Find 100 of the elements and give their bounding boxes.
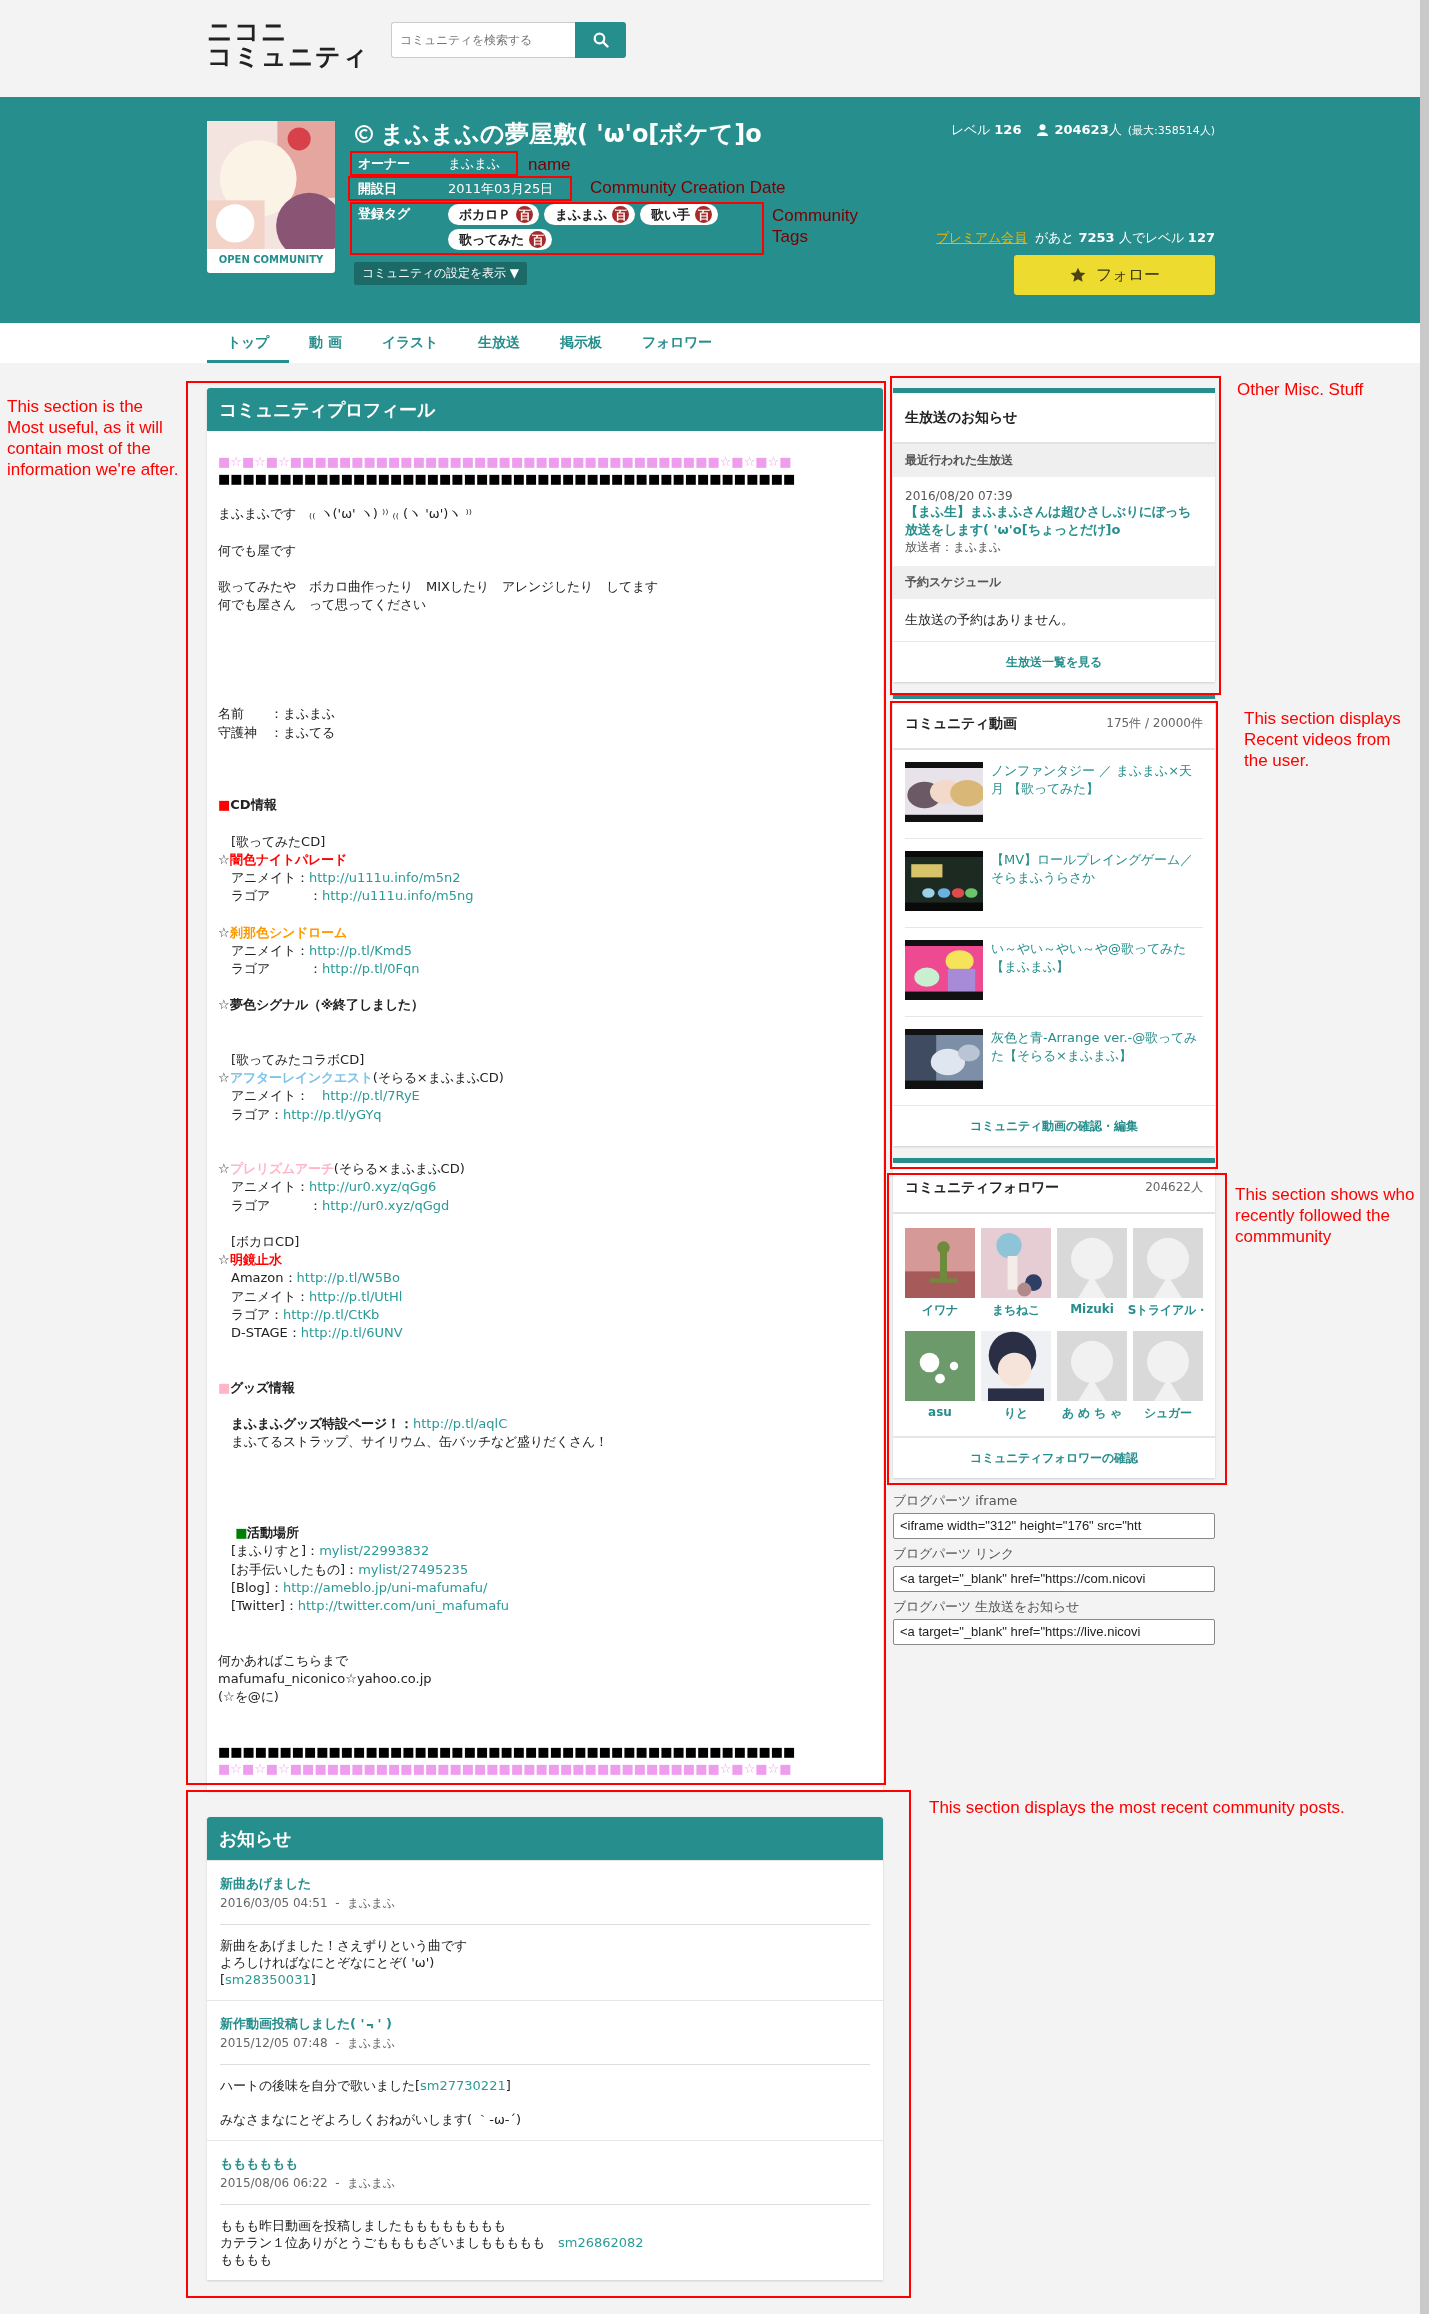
code-field[interactable]: <a target="_blank" href="https://live.nicovi	[893, 1619, 1215, 1645]
post-text: 新曲をあげました！さえずりという曲です	[220, 1936, 468, 1954]
post-text: カテラン１位ありがとうごももももざいましももももも sm26862082	[220, 2233, 645, 2251]
profile-line: [Twitter]：http://twitter.com/uni_mafumafu	[230, 1597, 510, 1615]
link[interactable]: http://twitter.com/uni_mafumafu	[297, 1598, 509, 1613]
follower-name[interactable]: イワナ	[922, 1302, 958, 1319]
search-field[interactable]: コミュニティを検索する	[391, 21, 575, 58]
dictionary-badge[interactable]: 百	[612, 206, 629, 223]
user-silhouette-icon[interactable]	[1133, 1331, 1203, 1401]
level-up-text: があと 7253 人でレベル 127	[1035, 229, 1215, 247]
follower-name[interactable]: あ め ち ゃ	[1061, 1405, 1123, 1422]
footer-link[interactable]: コミュニティ動画の確認・編集	[970, 1117, 1138, 1135]
link[interactable]: http://p.tl/CtKb	[283, 1306, 380, 1322]
annotation-note: This section is the Most useful, as it will contain most of the information we're after.	[7, 396, 180, 480]
card-title: コミュニティ動画	[905, 714, 1017, 733]
link[interactable]: http://p.tl/W5Bo	[296, 1270, 400, 1286]
post-title[interactable]: 新作動画投稿しました( '﹃' )	[220, 2014, 870, 2033]
tag[interactable]: 歌い手 百	[640, 204, 718, 225]
site-logo[interactable]: ニコニ コミュニティ	[207, 18, 369, 69]
dictionary-badge[interactable]: 百	[516, 206, 533, 223]
tag[interactable]: まふまふ 百	[544, 204, 635, 225]
card-header: お知らせ	[207, 1816, 883, 1860]
profile-line: ☆闇色ナイトパレード	[218, 850, 348, 869]
tag[interactable]: 歌ってみた 百	[448, 229, 552, 250]
video-count: 175件 / 20000件	[1106, 715, 1203, 732]
annotation-note: name	[528, 154, 572, 175]
link[interactable]: mylist/27495235	[358, 1561, 469, 1577]
link[interactable]: http://u111u.info/m5ng	[322, 888, 474, 904]
annotation-note: This section displays the most recent community posts.	[929, 1797, 1346, 1818]
premium-link[interactable]: プレミアム会員	[936, 229, 1028, 247]
profile-line: アニメイト：http://ur0.xyz/qGg6	[230, 1178, 438, 1197]
dictionary-badge[interactable]: 百	[695, 206, 712, 223]
link[interactable]: http://p.tl/Kmd5	[309, 942, 412, 958]
link[interactable]: sm26862082	[558, 2234, 644, 2250]
link[interactable]: sm27730221	[420, 2077, 506, 2093]
broadcast-title[interactable]: 【まふ生】まふまふさんは超ひさしぶりにぼっち放送をします( 'ω'o[ちょっとだけ]o	[905, 503, 1203, 539]
code-field[interactable]: <iframe width="312" height="176" src="htt	[893, 1513, 1215, 1539]
video-title[interactable]: い～やい～やい～や@歌ってみた【まふまふ】	[991, 940, 1203, 1004]
footer-link[interactable]: コミュニティフォロワーの確認	[970, 1449, 1138, 1467]
scroll-bar[interactable]	[1420, 0, 1429, 2314]
profile-line: ■CD情報	[218, 796, 278, 815]
search-button[interactable]	[575, 21, 626, 58]
follower-name[interactable]: シュガー	[1144, 1405, 1192, 1422]
user-silhouette-icon[interactable]	[1057, 1331, 1127, 1401]
code-field[interactable]: <a target="_blank" href="https://com.nicovi	[893, 1566, 1215, 1592]
nav-tab[interactable]: 動 画	[289, 323, 362, 363]
link[interactable]: http://p.tl/aqlC	[413, 1416, 508, 1431]
link[interactable]: http://p.tl/7RyE	[322, 1088, 420, 1104]
link[interactable]: http://ur0.xyz/qGg6	[309, 1179, 437, 1195]
profile-line: mafumafu_niconico☆yahoo.co.jp	[218, 1669, 433, 1688]
link[interactable]: http://p.tl/6UNV	[300, 1325, 403, 1341]
video-title[interactable]: 灰色と青-Arrange ver.-@歌ってみた【そらる×まふまふ】	[991, 1029, 1203, 1093]
follower-count: 204622人	[1145, 1179, 1203, 1196]
follower-name[interactable]: Sトライアル・	[1127, 1302, 1209, 1319]
annotation-note: This section shows who recently followed the commmunity	[1235, 1184, 1416, 1247]
nav-tab[interactable]: 掲示板	[539, 323, 622, 363]
link[interactable]: http://p.tl/yGYq	[283, 1106, 382, 1122]
follower-name[interactable]: りと	[1004, 1405, 1028, 1422]
dictionary-badge[interactable]: 百	[529, 231, 546, 248]
follower-name[interactable]: asu	[928, 1405, 952, 1419]
search-icon	[592, 31, 609, 48]
profile-line: 何でも屋です	[218, 541, 297, 560]
decorative-text: ■■■■■■■■■■■■■■■■■■■■■■■■■■■■■■■■■■■■■■■■■■■■■■■	[218, 1742, 796, 1760]
profile-line: [お手伝いしたもの]：mylist/27495235	[230, 1560, 470, 1579]
user-silhouette-icon[interactable]	[1133, 1228, 1203, 1298]
link[interactable]: http://p.tl/0Fqn	[322, 961, 420, 977]
profile-line: アニメイト：http://p.tl/Kmd5	[230, 941, 413, 960]
profile-line: [まふりすと]：mylist/22993832	[230, 1542, 431, 1561]
field-label: ブログパーツ 生放送をお知らせ	[893, 1598, 1081, 1616]
nav-tab[interactable]: 生放送	[457, 323, 540, 363]
link[interactable]: sm28350031	[225, 1971, 311, 1987]
post-title[interactable]: もももももも	[220, 2154, 870, 2173]
profile-line: まふてるストラップ、サイリウム、缶バッチなど盛りだくさん！	[230, 1433, 609, 1452]
avatar-label: OPEN COMMUNITY	[218, 254, 324, 265]
profile-line: ☆夢色シグナル（※終了しました）	[218, 996, 426, 1015]
tag[interactable]: ボカロＰ 百	[448, 204, 539, 225]
member-max: (最大:358514人)	[1127, 122, 1215, 138]
post-title[interactable]: 新曲あげました	[220, 1874, 870, 1893]
community-title: まふまふの夢屋敷( 'ω'o[ボケて]o	[380, 119, 762, 150]
settings-toggle[interactable]: コミュニティの設定を表示 ▼	[354, 262, 528, 285]
link[interactable]: mylist/22993832	[319, 1543, 430, 1559]
follower-name[interactable]: まちねこ	[992, 1302, 1040, 1319]
video-title[interactable]: ノンファンタジー ／ まふまふ×天月 【歌ってみた】	[991, 762, 1203, 826]
post-text: みなさまなにとぞよろしくおねがいします( ｀-ω-´)	[220, 2110, 523, 2128]
follow-button[interactable]: フォロー	[1014, 255, 1215, 295]
link[interactable]: http://u111u.info/m5n2	[309, 870, 461, 886]
link[interactable]: http://ameblo.jp/uni-mafumafu/	[282, 1579, 488, 1595]
nav-tab[interactable]: トップ	[207, 323, 289, 363]
link[interactable]: http://ur0.xyz/qGgd	[322, 1197, 450, 1213]
follower-name[interactable]: Mizuki	[1070, 1302, 1114, 1316]
member-count: 204623人	[1054, 121, 1122, 139]
nav-tab[interactable]: フォロワー	[621, 323, 732, 363]
info-label: オーナー	[357, 155, 411, 173]
user-silhouette-icon[interactable]	[1057, 1228, 1127, 1298]
broadcaster: 放送者：まふまふ	[905, 539, 1002, 556]
video-title[interactable]: 【MV】ロールプレイングゲーム／そらまふうらさか	[991, 851, 1203, 915]
link[interactable]: http://p.tl/UtHl	[309, 1288, 403, 1304]
nav-tab[interactable]: イラスト	[361, 323, 458, 363]
footer-link[interactable]: 生放送一覧を見る	[1006, 653, 1102, 671]
profile-line: ☆アフターレインクエスト(そらる×まふまふCD)	[218, 1069, 505, 1088]
